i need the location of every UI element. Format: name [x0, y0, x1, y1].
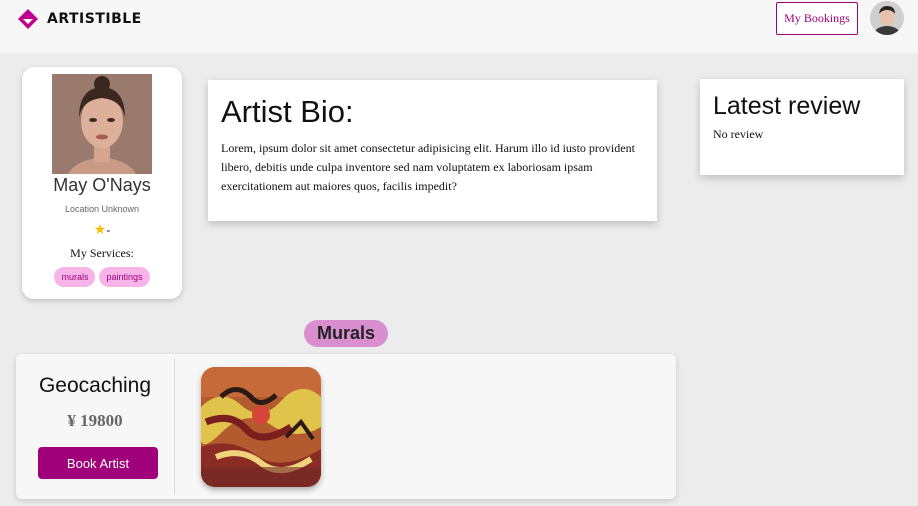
star-icon: ★ [93, 221, 107, 237]
bio-title: Artist Bio: [221, 94, 354, 129]
service-info: Geocaching ¥ 19800 Book Artist [16, 354, 174, 499]
logo-text: ARTISTIBLE [47, 11, 142, 27]
review-title: Latest review [713, 92, 861, 120]
divider [174, 358, 175, 495]
user-avatar[interactable] [870, 1, 904, 35]
service-tag-murals[interactable]: murals [54, 267, 96, 287]
artist-name: May O'Nays [53, 175, 151, 195]
bio-text: Lorem, ipsum dolor sit amet consectetur … [221, 141, 635, 193]
service-title: Geocaching [38, 374, 152, 397]
rating-value: - [106, 223, 111, 237]
artist-photo [52, 74, 152, 174]
my-bookings-button[interactable]: My Bookings [776, 2, 858, 35]
review-text: No review [713, 127, 764, 141]
book-artist-button[interactable]: Book Artist [38, 447, 158, 479]
services-label: My Services: [70, 246, 134, 260]
latest-review-card: Latest review No review [700, 79, 904, 175]
graffiti-image[interactable] [201, 367, 321, 487]
category-badge-murals: Murals [304, 320, 388, 347]
service-tag-paintings[interactable]: paintings [99, 267, 150, 287]
service-price: ¥ 19800 [67, 411, 123, 430]
logo[interactable]: ARTISTIBLE [17, 8, 142, 30]
artist-profile-card: May O'Nays Location Unknown ★- My Servic… [22, 67, 182, 299]
service-tags: murals paintings [22, 267, 182, 287]
artist-rating: ★- [22, 221, 182, 238]
artist-bio-card: Artist Bio: Lorem, ipsum dolor sit amet … [208, 80, 657, 221]
top-nav: ARTISTIBLE My Bookings [0, 0, 918, 53]
artist-location: Location Unknown [64, 204, 140, 214]
diamond-logo-icon [17, 8, 39, 30]
service-card: Geocaching ¥ 19800 Book Artist [16, 354, 676, 499]
